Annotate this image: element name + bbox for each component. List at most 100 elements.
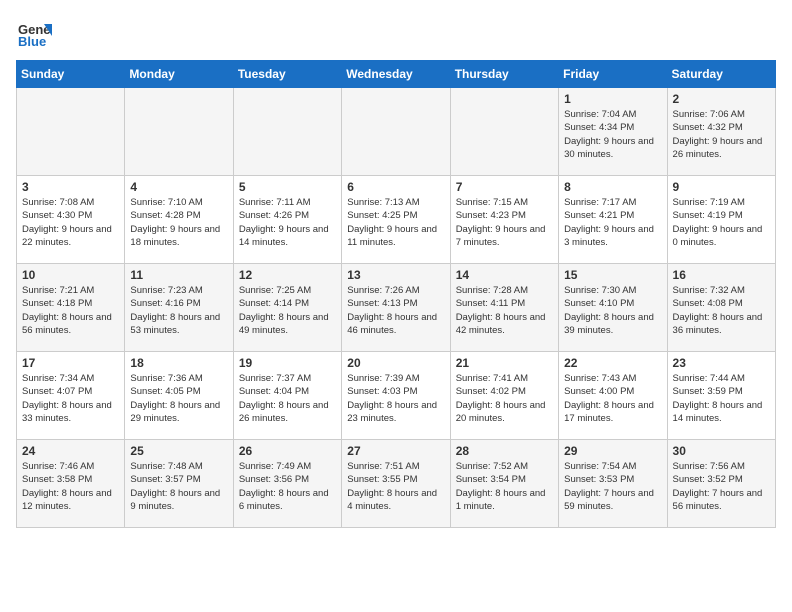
day-number: 28 [456,444,553,458]
day-info: Sunrise: 7:30 AM Sunset: 4:10 PM Dayligh… [564,284,661,337]
day-info: Sunrise: 7:39 AM Sunset: 4:03 PM Dayligh… [347,372,444,425]
day-info: Sunrise: 7:36 AM Sunset: 4:05 PM Dayligh… [130,372,227,425]
day-cell: 7 Sunrise: 7:15 AM Sunset: 4:23 PM Daylig… [450,176,558,264]
day-number: 22 [564,356,661,370]
logo: General Blue [16,16,56,52]
day-number: 29 [564,444,661,458]
day-number: 1 [564,92,661,106]
day-info: Sunrise: 7:41 AM Sunset: 4:02 PM Dayligh… [456,372,553,425]
header-cell-sunday: Sunday [17,61,125,88]
header-cell-wednesday: Wednesday [342,61,450,88]
day-cell: 19Sunrise: 7:37 AM Sunset: 4:04 PM Dayli… [233,352,341,440]
day-number: 24 [22,444,119,458]
day-number: 15 [564,268,661,282]
day-cell: 30 Sunrise: 7:56 AM Sunset: 3:52 PM Dayli… [667,440,775,528]
day-cell: 3 Sunrise: 7:08 AM Sunset: 4:30 PM Daylig… [17,176,125,264]
day-info: Sunrise: 7:48 AM Sunset: 3:57 PM Dayligh… [130,460,227,513]
day-cell: 6 Sunrise: 7:13 AM Sunset: 4:25 PM Daylig… [342,176,450,264]
week-row-3: 10Sunrise: 7:21 AM Sunset: 4:18 PM Dayli… [17,264,776,352]
day-info: Sunrise: 7:46 AM Sunset: 3:58 PM Dayligh… [22,460,119,513]
day-cell: 28 Sunrise: 7:52 AM Sunset: 3:54 PM Dayli… [450,440,558,528]
day-info: Sunrise: 7:51 AM Sunset: 3:55 PM Dayligh… [347,460,444,513]
header-cell-thursday: Thursday [450,61,558,88]
day-cell: 26 Sunrise: 7:49 AM Sunset: 3:56 PM Dayli… [233,440,341,528]
day-cell: 14Sunrise: 7:28 AM Sunset: 4:11 PM Dayli… [450,264,558,352]
day-cell: 11 Sunrise: 7:23 AM Sunset: 4:16 PM Dayli… [125,264,233,352]
day-number: 14 [456,268,553,282]
day-cell: 25 Sunrise: 7:48 AM Sunset: 3:57 PM Dayli… [125,440,233,528]
day-cell: 1Sunrise: 7:04 AM Sunset: 4:34 PM Daylig… [559,88,667,176]
day-cell: 21Sunrise: 7:41 AM Sunset: 4:02 PM Dayli… [450,352,558,440]
day-info: Sunrise: 7:11 AM Sunset: 4:26 PM Dayligh… [239,196,336,249]
day-cell: 9Sunrise: 7:19 AM Sunset: 4:19 PM Daylig… [667,176,775,264]
day-number: 16 [673,268,770,282]
day-number: 4 [130,180,227,194]
day-number: 3 [22,180,119,194]
day-cell [125,88,233,176]
day-info: Sunrise: 7:34 AM Sunset: 4:07 PM Dayligh… [22,372,119,425]
svg-text:Blue: Blue [18,34,46,49]
week-row-5: 24 Sunrise: 7:46 AM Sunset: 3:58 PM Dayli… [17,440,776,528]
day-info: Sunrise: 7:23 AM Sunset: 4:16 PM Dayligh… [130,284,227,337]
header-cell-monday: Monday [125,61,233,88]
day-info: Sunrise: 7:19 AM Sunset: 4:19 PM Dayligh… [673,196,770,249]
day-info: Sunrise: 7:56 AM Sunset: 3:52 PM Dayligh… [673,460,770,513]
logo-icon: General Blue [16,16,52,52]
day-info: Sunrise: 7:54 AM Sunset: 3:53 PM Dayligh… [564,460,661,513]
day-info: Sunrise: 7:43 AM Sunset: 4:00 PM Dayligh… [564,372,661,425]
day-info: Sunrise: 7:49 AM Sunset: 3:56 PM Dayligh… [239,460,336,513]
header-row: SundayMondayTuesdayWednesdayThursdayFrid… [17,61,776,88]
day-cell: 8 Sunrise: 7:17 AM Sunset: 4:21 PM Daylig… [559,176,667,264]
day-cell: 24 Sunrise: 7:46 AM Sunset: 3:58 PM Dayli… [17,440,125,528]
header-cell-saturday: Saturday [667,61,775,88]
day-number: 7 [456,180,553,194]
day-number: 13 [347,268,444,282]
day-number: 5 [239,180,336,194]
day-cell: 22 Sunrise: 7:43 AM Sunset: 4:00 PM Dayli… [559,352,667,440]
day-cell [233,88,341,176]
day-info: Sunrise: 7:21 AM Sunset: 4:18 PM Dayligh… [22,284,119,337]
day-cell: 15 Sunrise: 7:30 AM Sunset: 4:10 PM Dayli… [559,264,667,352]
day-info: Sunrise: 7:25 AM Sunset: 4:14 PM Dayligh… [239,284,336,337]
day-cell: 13 Sunrise: 7:26 AM Sunset: 4:13 PM Dayli… [342,264,450,352]
day-number: 6 [347,180,444,194]
day-cell: 4 Sunrise: 7:10 AM Sunset: 4:28 PM Daylig… [125,176,233,264]
day-cell: 5 Sunrise: 7:11 AM Sunset: 4:26 PM Daylig… [233,176,341,264]
day-number: 8 [564,180,661,194]
day-number: 11 [130,268,227,282]
day-number: 25 [130,444,227,458]
day-info: Sunrise: 7:52 AM Sunset: 3:54 PM Dayligh… [456,460,553,513]
day-info: Sunrise: 7:32 AM Sunset: 4:08 PM Dayligh… [673,284,770,337]
day-number: 18 [130,356,227,370]
day-number: 20 [347,356,444,370]
day-info: Sunrise: 7:44 AM Sunset: 3:59 PM Dayligh… [673,372,770,425]
day-info: Sunrise: 7:13 AM Sunset: 4:25 PM Dayligh… [347,196,444,249]
day-cell: 17 Sunrise: 7:34 AM Sunset: 4:07 PM Dayli… [17,352,125,440]
calendar-table: SundayMondayTuesdayWednesdayThursdayFrid… [16,60,776,528]
day-number: 30 [673,444,770,458]
page-header: General Blue [16,16,776,52]
header-cell-tuesday: Tuesday [233,61,341,88]
day-cell [450,88,558,176]
day-number: 2 [673,92,770,106]
day-number: 12 [239,268,336,282]
day-cell: 12 Sunrise: 7:25 AM Sunset: 4:14 PM Dayli… [233,264,341,352]
day-cell: 29 Sunrise: 7:54 AM Sunset: 3:53 PM Dayli… [559,440,667,528]
day-number: 17 [22,356,119,370]
day-cell: 18 Sunrise: 7:36 AM Sunset: 4:05 PM Dayli… [125,352,233,440]
day-cell: 20 Sunrise: 7:39 AM Sunset: 4:03 PM Dayli… [342,352,450,440]
day-info: Sunrise: 7:08 AM Sunset: 4:30 PM Dayligh… [22,196,119,249]
day-cell: 2Sunrise: 7:06 AM Sunset: 4:32 PM Daylig… [667,88,775,176]
day-info: Sunrise: 7:26 AM Sunset: 4:13 PM Dayligh… [347,284,444,337]
week-row-4: 17 Sunrise: 7:34 AM Sunset: 4:07 PM Dayli… [17,352,776,440]
day-cell: 23 Sunrise: 7:44 AM Sunset: 3:59 PM Dayli… [667,352,775,440]
day-cell: 27Sunrise: 7:51 AM Sunset: 3:55 PM Dayli… [342,440,450,528]
day-info: Sunrise: 7:10 AM Sunset: 4:28 PM Dayligh… [130,196,227,249]
day-number: 26 [239,444,336,458]
day-number: 23 [673,356,770,370]
day-cell [342,88,450,176]
day-info: Sunrise: 7:15 AM Sunset: 4:23 PM Dayligh… [456,196,553,249]
day-number: 19 [239,356,336,370]
header-cell-friday: Friday [559,61,667,88]
day-info: Sunrise: 7:17 AM Sunset: 4:21 PM Dayligh… [564,196,661,249]
